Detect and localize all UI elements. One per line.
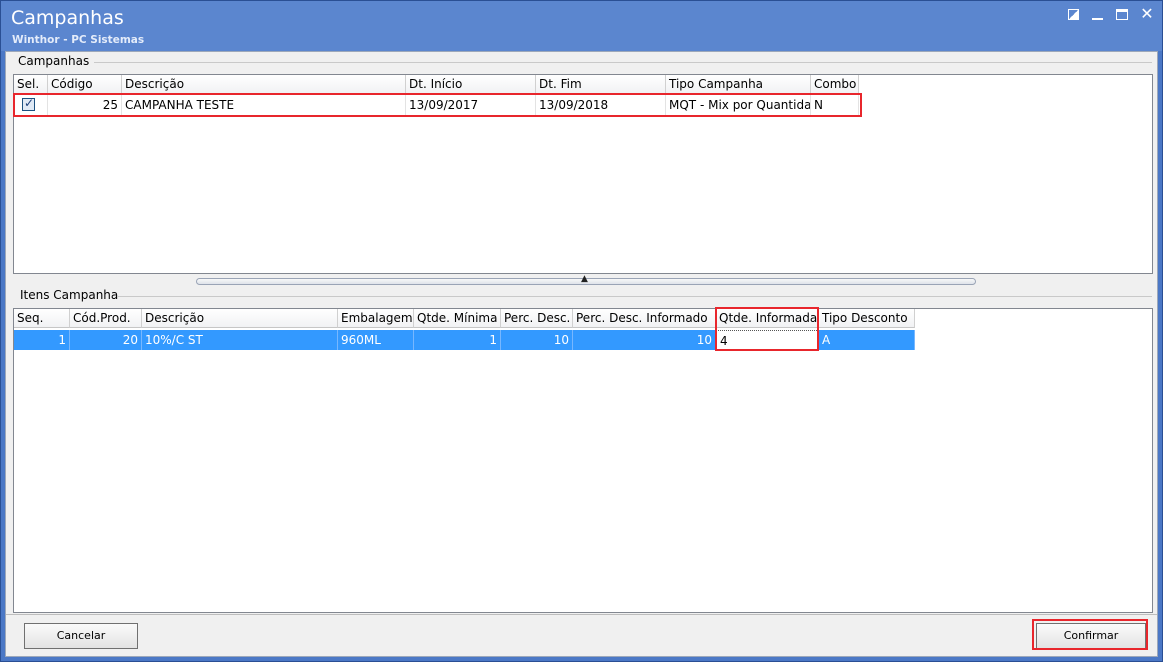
itens-group-line [118,296,1152,297]
itens-grid-header: Seq. Cód.Prod. Descrição Embalagem Qtde.… [14,309,915,328]
button-bar-divider [6,614,1157,615]
chevron-up-icon: ▲ [581,274,588,284]
campanhas-group-label: Campanhas [18,54,90,68]
table-row[interactable]: 25 CAMPANHA TESTE 13/09/2017 13/09/2018 … [14,95,859,115]
col-embalagem[interactable]: Embalagem [338,309,414,328]
dt-inicio-cell[interactable]: 13/09/2017 [406,95,536,115]
cod-prod-cell[interactable]: 20 [70,330,142,350]
itens-group-label: Itens Campanha [20,288,119,302]
window-subtitle: Winthor - PC Sistemas [12,34,145,46]
campanhas-group-line [94,62,1152,63]
confirm-button[interactable]: Confirmar [1036,623,1146,649]
tipo-campanha-cell[interactable]: MQT - Mix por Quantidad [666,95,811,115]
minimize-icon[interactable] [1092,7,1106,21]
maximize-icon[interactable] [1116,7,1130,21]
col-dt-fim[interactable]: Dt. Fim [536,75,666,94]
close-icon[interactable]: ✕ [1140,6,1154,22]
restore-icon[interactable] [1068,7,1082,21]
client-area: Campanhas Sel. Código Descrição Dt. Iníc… [5,51,1158,657]
campanhas-grid[interactable]: Sel. Código Descrição Dt. Início Dt. Fim… [13,74,1153,274]
perc-desc-cell[interactable]: 10 [501,330,573,350]
qtde-informada-input[interactable]: 4 [716,330,819,350]
cancel-button[interactable]: Cancelar [24,623,138,649]
col-descricao[interactable]: Descrição [142,309,338,328]
codigo-cell[interactable]: 25 [48,95,122,115]
col-cod-prod[interactable]: Cód.Prod. [70,309,142,328]
col-qtde-minima[interactable]: Qtde. Mínima [414,309,501,328]
app-window: Campanhas Winthor - PC Sistemas ✕ Campan… [0,0,1163,662]
sel-checkbox[interactable] [22,96,35,111]
col-seq[interactable]: Seq. [14,309,70,328]
itens-grid[interactable]: Seq. Cód.Prod. Descrição Embalagem Qtde.… [13,307,1153,613]
col-codigo[interactable]: Código [48,75,122,94]
embalagem-cell[interactable]: 960ML [338,330,414,350]
qtde-minima-cell[interactable]: 1 [414,330,501,350]
col-sel[interactable]: Sel. [14,75,48,94]
title-bar[interactable]: Campanhas Winthor - PC Sistemas ✕ [1,1,1162,51]
seq-cell[interactable]: 1 [14,330,70,350]
combo-cell[interactable]: N [811,95,859,115]
col-tipo-desconto[interactable]: Tipo Desconto [819,309,915,328]
descricao-cell[interactable]: CAMPANHA TESTE [122,95,406,115]
col-perc-desc[interactable]: Perc. Desc. [501,309,573,328]
descricao-cell[interactable]: 10%/C ST [142,330,338,350]
col-dt-inicio[interactable]: Dt. Início [406,75,536,94]
splitter-handle[interactable]: ▲ [196,274,976,285]
campanhas-grid-header: Sel. Código Descrição Dt. Início Dt. Fim… [14,75,859,94]
dt-fim-cell[interactable]: 13/09/2018 [536,95,666,115]
table-row[interactable]: 1 20 10%/C ST 960ML 1 10 10 4 A [14,330,915,350]
col-tipo-campanha[interactable]: Tipo Campanha [666,75,811,94]
tipo-desconto-cell[interactable]: A [819,330,915,350]
col-descricao[interactable]: Descrição [122,75,406,94]
window-title: Campanhas [11,7,124,29]
perc-desc-informado-cell[interactable]: 10 [573,330,716,350]
col-perc-desc-informado[interactable]: Perc. Desc. Informado [573,309,716,328]
col-combo[interactable]: Combo [811,75,859,94]
sel-cell[interactable] [14,95,48,115]
col-qtde-informada[interactable]: Qtde. Informada [716,309,819,328]
